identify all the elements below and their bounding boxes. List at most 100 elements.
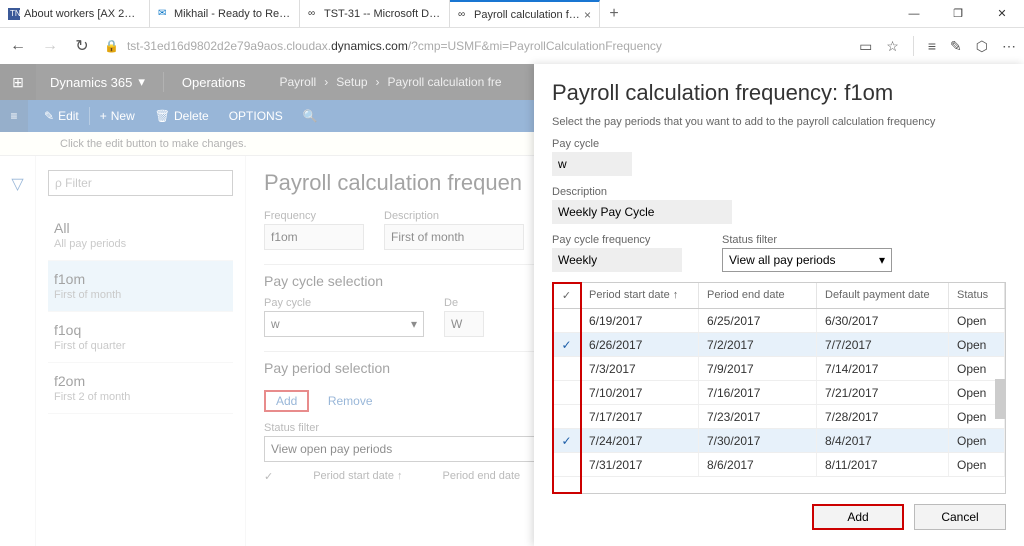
- divider: [913, 36, 914, 56]
- browser-tab[interactable]: ∞TST-31 -- Microsoft Dynami: [300, 0, 450, 27]
- app-launcher-icon[interactable]: ⊞: [0, 64, 36, 100]
- paycycle-select[interactable]: w▾: [264, 311, 424, 337]
- filter-column: ▽: [0, 156, 36, 546]
- forward-button[interactable]: →: [40, 37, 60, 55]
- panel-status-select[interactable]: View all pay periods▾: [722, 248, 892, 272]
- row-checkbox[interactable]: [553, 453, 581, 476]
- new-tab-button[interactable]: +: [600, 0, 628, 27]
- crumb[interactable]: Payroll calculation fre: [388, 75, 502, 89]
- col-start[interactable]: Period start date ↑: [313, 470, 402, 483]
- chevron-down-icon: ▾: [879, 253, 885, 267]
- more-icon[interactable]: ⋯: [1002, 38, 1016, 55]
- description-field[interactable]: First of month: [384, 224, 524, 250]
- cell-status: Open: [949, 333, 1005, 356]
- browser-tab[interactable]: TNAbout workers [AX 2012]: [0, 0, 150, 27]
- add-button[interactable]: Add: [812, 504, 904, 530]
- back-button[interactable]: ←: [8, 37, 28, 55]
- nav-item-f1om[interactable]: f1om First of month: [48, 261, 233, 312]
- refresh-button[interactable]: ↻: [72, 36, 92, 56]
- col-end[interactable]: Period end date: [443, 470, 521, 483]
- cell-start: 7/3/2017: [581, 357, 699, 380]
- table-row[interactable]: 7/17/20177/23/20177/28/2017Open: [553, 405, 1005, 429]
- description-label: Description: [384, 210, 524, 222]
- row-checkbox[interactable]: [553, 405, 581, 428]
- frequency-label: Frequency: [264, 210, 364, 222]
- check-icon: ✓: [264, 470, 273, 483]
- notes-icon[interactable]: ✎: [950, 38, 962, 55]
- cell-end: 8/6/2017: [699, 453, 817, 476]
- cell-start: 7/17/2017: [581, 405, 699, 428]
- cell-start: 6/19/2017: [581, 309, 699, 332]
- row-checkbox[interactable]: [553, 381, 581, 404]
- table-row[interactable]: ✓6/26/20177/2/20177/7/2017Open: [553, 333, 1005, 357]
- side-panel: Payroll calculation frequency: f1om Sele…: [534, 64, 1024, 546]
- col-start[interactable]: Period start date ↑: [581, 283, 699, 308]
- outlook-icon: ✉: [158, 8, 170, 20]
- brand[interactable]: Dynamics 365▾: [36, 74, 159, 90]
- minimize-button[interactable]: —: [892, 0, 936, 27]
- close-icon[interactable]: ×: [584, 8, 591, 22]
- reading-view-icon[interactable]: ▭: [859, 38, 872, 55]
- select-all-checkbox[interactable]: ✓: [553, 283, 581, 308]
- delete-button[interactable]: 🗑Delete: [145, 109, 219, 123]
- hamburger-icon[interactable]: ≡: [0, 100, 28, 132]
- module-label[interactable]: Operations: [168, 75, 260, 90]
- options-button[interactable]: OPTIONS: [219, 109, 293, 123]
- panel-footer: Add Cancel: [552, 494, 1006, 530]
- grid-body[interactable]: 6/19/20176/25/20176/30/2017Open✓6/26/201…: [553, 309, 1005, 493]
- nav-list: All All pay periods f1om First of month …: [36, 156, 246, 546]
- url-text: tst-31ed16d9802d2e79a9aos.cloudax.dynami…: [127, 39, 847, 53]
- col-status[interactable]: Status: [949, 283, 1005, 308]
- cell-start: 7/24/2017: [581, 429, 699, 452]
- cell-start: 7/31/2017: [581, 453, 699, 476]
- remove-link[interactable]: Remove: [328, 394, 373, 408]
- desc2-field[interactable]: W: [444, 311, 484, 337]
- search-icon: 🔍: [303, 109, 318, 123]
- edit-button[interactable]: ✎Edit: [34, 109, 89, 123]
- row-checkbox[interactable]: ✓: [553, 429, 581, 452]
- funnel-icon[interactable]: ▽: [11, 176, 23, 193]
- hub-icon[interactable]: ≡: [928, 38, 936, 54]
- row-checkbox[interactable]: [553, 309, 581, 332]
- favorite-icon[interactable]: ☆: [886, 38, 899, 55]
- crumb[interactable]: Payroll: [280, 75, 317, 89]
- row-checkbox[interactable]: [553, 357, 581, 380]
- address-bar[interactable]: 🔒 tst-31ed16d9802d2e79a9aos.cloudax.dyna…: [104, 39, 847, 53]
- new-button[interactable]: +New: [90, 109, 145, 123]
- table-row[interactable]: 6/19/20176/25/20176/30/2017Open: [553, 309, 1005, 333]
- nav-item-all[interactable]: All All pay periods: [48, 210, 233, 261]
- table-row[interactable]: 7/10/20177/16/20177/21/2017Open: [553, 381, 1005, 405]
- cell-end: 6/25/2017: [699, 309, 817, 332]
- crumb[interactable]: Setup: [336, 75, 367, 89]
- col-default[interactable]: Default payment date: [817, 283, 949, 308]
- frequency-field[interactable]: f1om: [264, 224, 364, 250]
- chevron-down-icon: ▾: [138, 74, 145, 90]
- col-end[interactable]: Period end date: [699, 283, 817, 308]
- table-row[interactable]: 7/3/20177/9/20177/14/2017Open: [553, 357, 1005, 381]
- search-button[interactable]: 🔍: [293, 109, 328, 123]
- cmd-label: OPTIONS: [229, 109, 283, 123]
- dynamics-icon: ∞: [458, 9, 470, 21]
- scrollbar-thumb[interactable]: [995, 379, 1005, 419]
- add-link[interactable]: Add: [264, 390, 309, 412]
- row-checkbox[interactable]: ✓: [553, 333, 581, 356]
- nav-sub: First of quarter: [54, 340, 227, 352]
- cancel-button[interactable]: Cancel: [914, 504, 1006, 530]
- table-row[interactable]: ✓7/24/20177/30/20178/4/2017Open: [553, 429, 1005, 453]
- cell-default: 7/21/2017: [817, 381, 949, 404]
- browser-tab[interactable]: ✉Mikhail - Ready to Review f: [150, 0, 300, 27]
- cell-end: 7/9/2017: [699, 357, 817, 380]
- browser-tab-active[interactable]: ∞Payroll calculation frequ×: [450, 0, 600, 27]
- nav-title: f1om: [54, 271, 227, 287]
- filter-input[interactable]: [48, 170, 233, 196]
- close-window-button[interactable]: ✕: [980, 0, 1024, 27]
- cell-end: 7/2/2017: [699, 333, 817, 356]
- maximize-button[interactable]: ❐: [936, 0, 980, 27]
- nav-item-f1oq[interactable]: f1oq First of quarter: [48, 312, 233, 363]
- plus-icon: +: [100, 109, 107, 123]
- cmd-label: Delete: [174, 109, 209, 123]
- share-icon[interactable]: ⬡: [976, 38, 988, 55]
- panel-status-label: Status filter: [722, 234, 892, 246]
- table-row[interactable]: 7/31/20178/6/20178/11/2017Open: [553, 453, 1005, 477]
- nav-item-f2om[interactable]: f2om First 2 of month: [48, 363, 233, 414]
